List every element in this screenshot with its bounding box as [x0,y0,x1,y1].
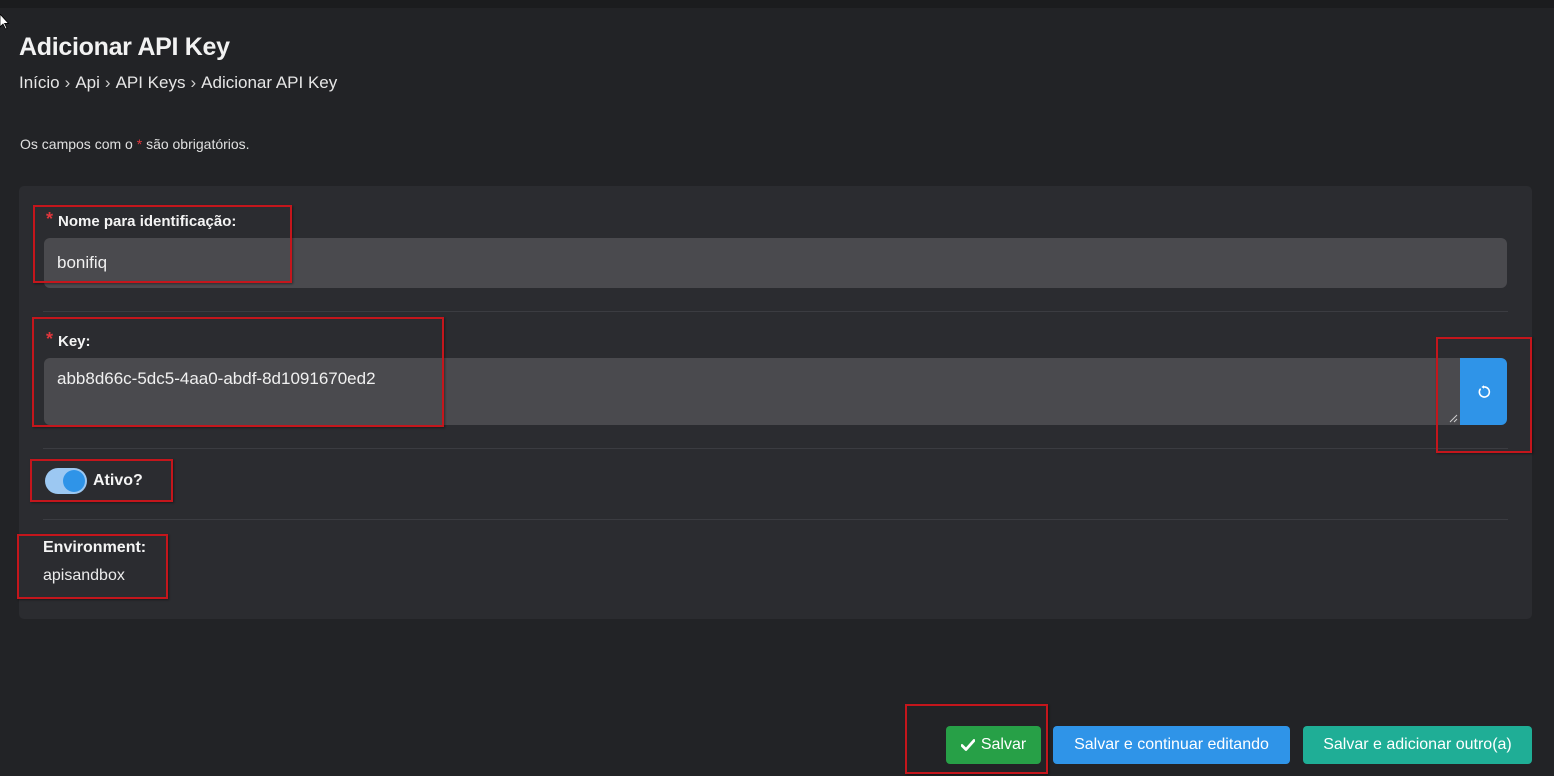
breadcrumb-item-api-keys[interactable]: API Keys [116,73,186,92]
breadcrumb-item-home[interactable]: Início [19,73,60,92]
save-button[interactable]: Salvar [946,726,1041,764]
breadcrumb-item-api[interactable]: Api [75,73,100,92]
top-bar [0,0,1554,8]
required-note-star: * [136,136,143,152]
regenerate-key-button[interactable] [1460,358,1507,425]
save-button-label: Salvar [980,736,1027,753]
toggle-knob [63,470,85,492]
environment-label: Environment: [43,539,147,556]
key-value: abb8d66c-5dc5-4aa0-abdf-8d1091670ed2 [57,369,376,388]
required-note-prefix: Os campos com o [20,136,133,152]
key-field-label: Key: [58,333,91,350]
breadcrumb-separator: › [190,73,197,92]
breadcrumb: Início › Api › API Keys › Adicionar API Key [19,73,337,93]
refresh-icon [1478,384,1490,398]
page-title: Adicionar API Key [19,33,230,61]
resize-grip-icon[interactable] [1448,413,1458,423]
environment-value: apisandbox [43,567,125,584]
breadcrumb-separator: › [104,73,111,92]
required-star: * [46,209,54,229]
required-note-suffix: são obrigatórios. [146,136,250,152]
save-and-continue-button[interactable]: Salvar e continuar editando [1053,726,1290,764]
name-input[interactable] [44,238,1507,288]
check-icon [960,739,975,751]
active-toggle[interactable] [45,468,87,494]
row-divider [43,519,1508,520]
active-toggle-label: Ativo? [93,472,143,489]
key-textarea[interactable]: abb8d66c-5dc5-4aa0-abdf-8d1091670ed2 [44,358,1460,425]
breadcrumb-separator: › [64,73,71,92]
required-fields-note: Os campos com o * são obrigatórios. [20,136,250,152]
row-divider [43,448,1508,449]
required-star: * [46,329,54,349]
save-and-add-another-button[interactable]: Salvar e adicionar outro(a) [1303,726,1532,764]
breadcrumb-item-current: Adicionar API Key [201,73,338,92]
name-field-label: Nome para identificação: [58,213,237,230]
row-divider [43,311,1508,312]
mouse-cursor-icon [0,14,10,30]
